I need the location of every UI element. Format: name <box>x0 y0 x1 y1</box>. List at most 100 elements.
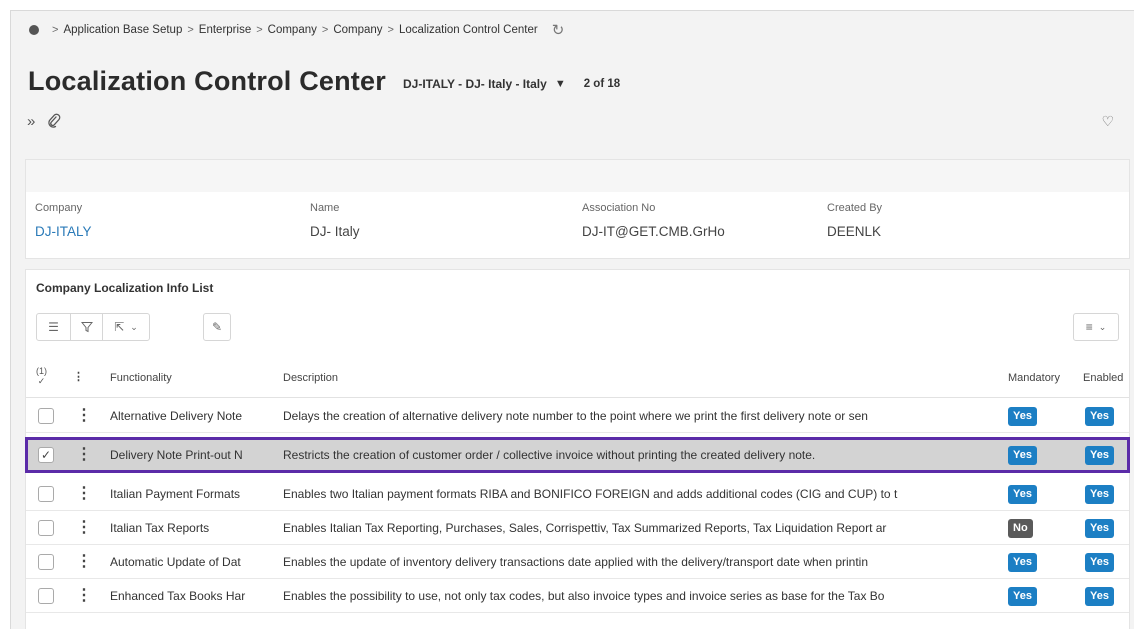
heart-favorite-icon[interactable]: ♡ <box>1101 113 1114 130</box>
chevron-down-icon: ⌄ <box>1098 321 1107 332</box>
column-settings-dropdown[interactable]: ≡ ⌄ <box>1073 313 1119 341</box>
row-checkbox-checked[interactable]: ✓ <box>38 447 54 463</box>
breadcrumb-item[interactable]: Company <box>268 24 317 36</box>
enabled-badge: Yes <box>1085 446 1114 465</box>
list-title: Company Localization Info List <box>36 281 214 295</box>
list-view-icon[interactable]: ☰ <box>37 314 71 340</box>
mandatory-badge: Yes <box>1008 407 1037 426</box>
table-header: (1) ✓ ⋮ Functionality Description Mandato… <box>26 358 1129 398</box>
cell-description: Enables the update of inventory delivery… <box>283 555 869 569</box>
row-kebab-icon[interactable]: ⋮ <box>76 405 92 425</box>
record-selector[interactable]: DJ-ITALY - DJ- Italy - Italy ▼ 2 of 18 <box>403 77 620 91</box>
chevron-right-icon: > <box>387 24 394 36</box>
column-header-enabled[interactable]: Enabled <box>1083 372 1123 384</box>
check-icon: ✓ <box>37 376 46 386</box>
row-checkbox[interactable] <box>38 520 54 536</box>
field-value: DJ- Italy <box>310 224 360 239</box>
table-row[interactable]: ⋮ Italian Tax Reports Enables Italian Ta… <box>26 511 1129 545</box>
cell-functionality: Delivery Note Print-out N <box>110 448 243 462</box>
field-value: DEENLK <box>827 224 882 239</box>
column-header-mandatory[interactable]: Mandatory <box>1008 372 1060 384</box>
enabled-badge: Yes <box>1085 407 1114 426</box>
home-dot-icon[interactable] <box>29 25 39 35</box>
chevron-right-icon: > <box>52 24 59 36</box>
selection-count[interactable]: (1) ✓ <box>36 366 47 386</box>
field-label: Name <box>310 202 340 214</box>
chevron-down-icon: ⌄ <box>130 321 138 332</box>
row-kebab-icon[interactable]: ⋮ <box>76 517 92 537</box>
list-toolbar: ☰ ⇱ ⌄ <box>36 313 150 341</box>
page-toolbar: » <box>27 113 61 133</box>
cell-description: Enables two Italian payment formats RIBA… <box>283 487 898 501</box>
column-header-functionality[interactable]: Functionality <box>110 372 172 384</box>
cell-functionality: Automatic Update of Dat <box>110 555 241 569</box>
mandatory-badge: Yes <box>1008 485 1037 504</box>
chevron-right-icon: > <box>321 24 329 36</box>
row-kebab-icon[interactable]: ⋮ <box>76 483 92 503</box>
field-created-by: Created By DEENLK <box>827 202 882 239</box>
lines-icon: ≡ <box>1085 320 1093 334</box>
breadcrumb-item[interactable]: Application Base Setup <box>63 24 182 36</box>
row-kebab-icon[interactable]: ⋮ <box>76 444 92 464</box>
cell-functionality: Italian Tax Reports <box>110 521 210 535</box>
table-row[interactable]: ⋮ Automatic Update of Dat Enables the up… <box>26 545 1129 579</box>
cell-functionality: Italian Payment Formats <box>110 487 241 501</box>
caret-down-icon[interactable]: ▼ <box>555 78 566 90</box>
field-company: Company DJ-ITALY <box>35 202 92 239</box>
row-checkbox[interactable] <box>38 408 54 424</box>
enabled-badge: Yes <box>1085 587 1114 606</box>
table-row[interactable]: ⋮ Alternative Delivery Note Delays the c… <box>26 399 1129 433</box>
table-row[interactable]: ⋮ Enhanced Tax Books Har Enables the pos… <box>26 579 1129 613</box>
record-count: 2 of 18 <box>583 78 621 90</box>
attachment-icon[interactable] <box>47 113 61 133</box>
mandatory-badge: No <box>1008 519 1033 538</box>
cell-functionality: Alternative Delivery Note <box>110 409 243 423</box>
breadcrumb: > Application Base Setup > Enterprise > … <box>11 11 1134 49</box>
table-row[interactable]: ⋮ Italian Payment Formats Enables two It… <box>26 477 1129 511</box>
cell-description: Enables Italian Tax Reporting, Purchases… <box>283 521 887 535</box>
breadcrumb-item-current: Localization Control Center <box>398 24 538 36</box>
company-link[interactable]: DJ-ITALY <box>35 224 92 239</box>
header-band <box>26 160 1129 192</box>
chevron-right-icon: > <box>187 24 194 36</box>
field-label: Company <box>35 202 83 214</box>
cell-description: Restricts the creation of customer order… <box>283 448 816 462</box>
field-association-no: Association No DJ-IT@GET.CMB.GrHo <box>582 202 725 239</box>
field-value: DJ-IT@GET.CMB.GrHo <box>582 224 725 239</box>
row-checkbox[interactable] <box>38 588 54 604</box>
row-checkbox[interactable] <box>38 486 54 502</box>
cell-description: Delays the creation of alternative deliv… <box>283 409 868 423</box>
chevron-right-icon: > <box>256 24 263 36</box>
selection-count-label: (1) <box>36 366 47 376</box>
cell-functionality: Enhanced Tax Books Har <box>110 589 246 603</box>
field-label: Created By <box>827 202 883 214</box>
export-dropdown[interactable]: ⇱ ⌄ <box>103 314 149 340</box>
export-icon: ⇱ <box>114 320 125 334</box>
mandatory-badge: Yes <box>1008 553 1037 572</box>
edit-pencil-icon[interactable]: ✎ <box>203 313 231 341</box>
localization-list: Company Localization Info List ☰ ⇱ ⌄ ✎ ≡… <box>25 269 1130 629</box>
field-name: Name DJ- Italy <box>310 202 360 239</box>
enabled-badge: Yes <box>1085 519 1114 538</box>
breadcrumb-item[interactable]: Enterprise <box>199 24 251 36</box>
mandatory-badge: Yes <box>1008 587 1037 606</box>
row-checkbox[interactable] <box>38 554 54 570</box>
cell-description: Enables the possibility to use, not only… <box>283 589 885 603</box>
table-row-selected[interactable]: ✓ ⋮ Delivery Note Print-out N Restricts … <box>25 437 1130 473</box>
header-card: Company DJ-ITALY Name DJ- Italy Associat… <box>25 159 1130 259</box>
expand-double-chevron-icon[interactable]: » <box>27 113 35 133</box>
row-kebab-icon[interactable]: ⋮ <box>76 585 92 605</box>
record-selector-label: DJ-ITALY - DJ- Italy - Italy <box>403 77 547 91</box>
header-kebab-icon[interactable]: ⋮ <box>73 370 84 383</box>
column-header-description[interactable]: Description <box>283 372 338 384</box>
enabled-badge: Yes <box>1085 485 1114 504</box>
refresh-icon[interactable]: ↻ <box>552 21 565 39</box>
app-frame: > Application Base Setup > Enterprise > … <box>10 10 1134 629</box>
row-kebab-icon[interactable]: ⋮ <box>76 551 92 571</box>
filter-icon[interactable] <box>71 314 103 340</box>
field-label: Association No <box>582 202 656 214</box>
mandatory-badge: Yes <box>1008 446 1037 465</box>
breadcrumb-item[interactable]: Company <box>333 24 382 36</box>
enabled-badge: Yes <box>1085 553 1114 572</box>
page-title: Localization Control Center <box>28 66 386 96</box>
